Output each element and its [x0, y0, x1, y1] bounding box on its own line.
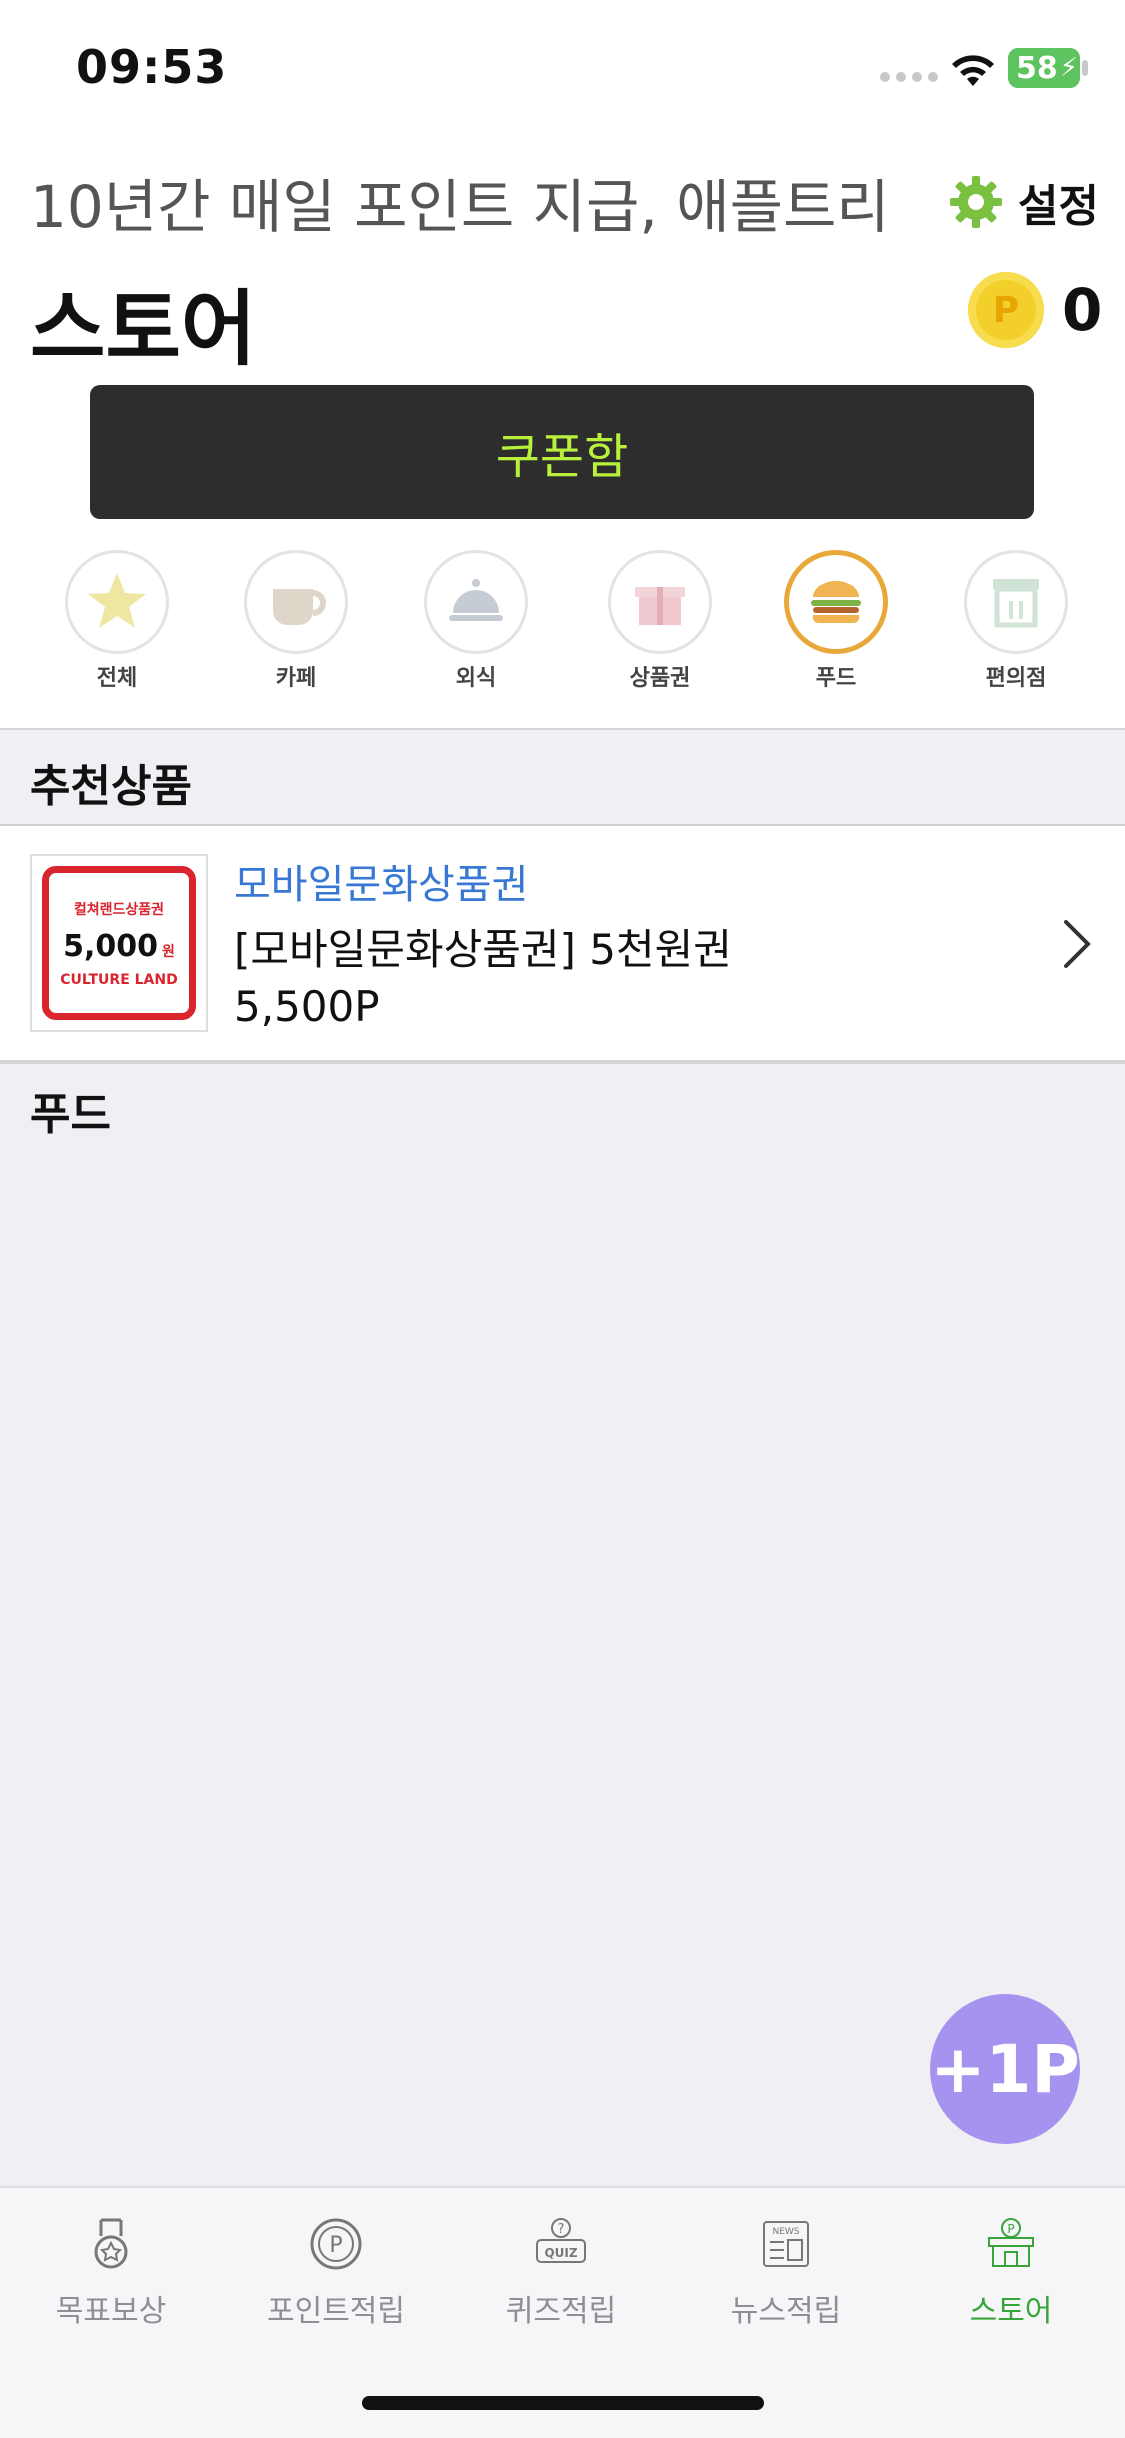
plus-one-point-button[interactable]: +1P	[930, 1994, 1080, 2144]
category-label: 전체	[96, 666, 138, 691]
category-icon-wrap	[424, 550, 528, 654]
product-thumbnail: 컬쳐랜드상품권 5,000 원 CULTURE LAND	[30, 854, 208, 1032]
thumb-amount-value: 5,000	[63, 928, 158, 964]
category-bar: 전체 카페 외식 상품권 푸드 편의점	[0, 550, 1125, 700]
recommended-item[interactable]: 컬쳐랜드상품권 5,000 원 CULTURE LAND 모바일문화상품권 [모바…	[0, 824, 1125, 1062]
tab-store[interactable]: P 스토어	[911, 2216, 1111, 2330]
tab-point-earn[interactable]: P 포인트적립	[236, 2216, 436, 2330]
home-indicator	[362, 2396, 764, 2410]
status-bar: 09:53 58 ⚡	[0, 0, 1125, 140]
tab-label: 스토어	[969, 2294, 1053, 2329]
food-cloche-icon	[449, 579, 503, 621]
burger-icon	[811, 581, 861, 624]
gear-icon	[950, 176, 1002, 228]
category-label: 상품권	[629, 666, 691, 691]
category-icon-wrap	[65, 550, 169, 654]
medal-icon	[94, 2218, 128, 2269]
cellular-signal-icon	[880, 72, 938, 82]
category-dining[interactable]: 외식	[406, 550, 546, 692]
category-label: 외식	[455, 666, 497, 691]
section-title: 추천상품	[30, 761, 192, 812]
svg-text:QUIZ: QUIZ	[544, 2246, 577, 2260]
tab-quiz-earn[interactable]: ? QUIZ 퀴즈적립	[461, 2216, 661, 2330]
category-icon-wrap	[608, 550, 712, 654]
points-balance: P 0	[968, 272, 1102, 348]
coin-icon: P	[968, 272, 1044, 348]
category-all[interactable]: 전체	[47, 550, 187, 692]
recommended-section-header: 추천상품	[0, 728, 1125, 826]
battery-level: 58	[1016, 50, 1058, 86]
category-giftcard[interactable]: 상품권	[590, 550, 730, 692]
category-icon-wrap	[784, 550, 888, 654]
coupon-box-button[interactable]: 쿠폰함	[90, 385, 1034, 519]
category-icon-wrap	[964, 550, 1068, 654]
tab-label: 퀴즈적립	[505, 2294, 617, 2329]
category-cafe[interactable]: 카페	[226, 550, 366, 692]
status-time: 09:53	[76, 40, 228, 94]
settings-label: 설정	[1018, 181, 1099, 232]
product-price: 5,500P	[234, 982, 380, 1031]
svg-text:P: P	[1007, 2222, 1014, 2236]
tab-goal-reward[interactable]: 목표보상	[11, 2216, 211, 2330]
tab-news-earn[interactable]: NEWS 뉴스적립	[686, 2216, 886, 2330]
convenience-store-icon	[993, 579, 1039, 628]
quiz-icon: ? QUIZ	[536, 2218, 586, 2263]
svg-text:P: P	[329, 2233, 342, 2258]
product-name: [모바일문화상품권] 5천원권	[234, 925, 732, 974]
thumb-amount: 5,000 원	[63, 929, 175, 964]
coffee-cup-icon	[273, 589, 326, 625]
news-icon: NEWS	[763, 2221, 809, 2267]
points-value: 0	[1062, 276, 1103, 344]
gift-card-image: 컬쳐랜드상품권 5,000 원 CULTURE LAND	[42, 866, 196, 1020]
svg-text:?: ?	[558, 2222, 565, 2237]
star-icon	[88, 573, 146, 628]
point-coin-icon: P	[310, 2218, 362, 2270]
battery-indicator: 58 ⚡	[1008, 48, 1080, 88]
category-convenience-store[interactable]: 편의점	[946, 550, 1086, 692]
tab-label: 목표보상	[55, 2294, 167, 2329]
tab-label: 포인트적립	[267, 2294, 405, 2329]
chevron-right-icon	[1064, 920, 1091, 968]
category-label: 푸드	[815, 666, 857, 691]
category-icon-wrap	[244, 550, 348, 654]
svg-text:NEWS: NEWS	[772, 2227, 799, 2237]
thumb-amount-unit: 원	[162, 943, 175, 960]
category-label: 카페	[275, 666, 317, 691]
category-label: 편의점	[985, 666, 1047, 691]
section-title: 푸드	[30, 1089, 111, 1140]
page-title: 스토어	[30, 282, 257, 377]
header-tagline: 10년간 매일 포인트 지급, 애플트리	[30, 173, 890, 241]
wifi-icon	[952, 55, 994, 86]
product-category: 모바일문화상품권	[234, 862, 529, 908]
category-food[interactable]: 푸드	[766, 550, 906, 692]
settings-button[interactable]: 설정	[948, 170, 1099, 234]
tab-label: 뉴스적립	[730, 2294, 842, 2329]
thumb-brand: 컬쳐랜드상품권	[73, 901, 165, 918]
gift-box-icon	[635, 587, 685, 625]
battery-cap	[1082, 60, 1088, 76]
store-icon: P	[988, 2218, 1034, 2267]
thumb-footer: CULTURE LAND	[60, 971, 178, 988]
